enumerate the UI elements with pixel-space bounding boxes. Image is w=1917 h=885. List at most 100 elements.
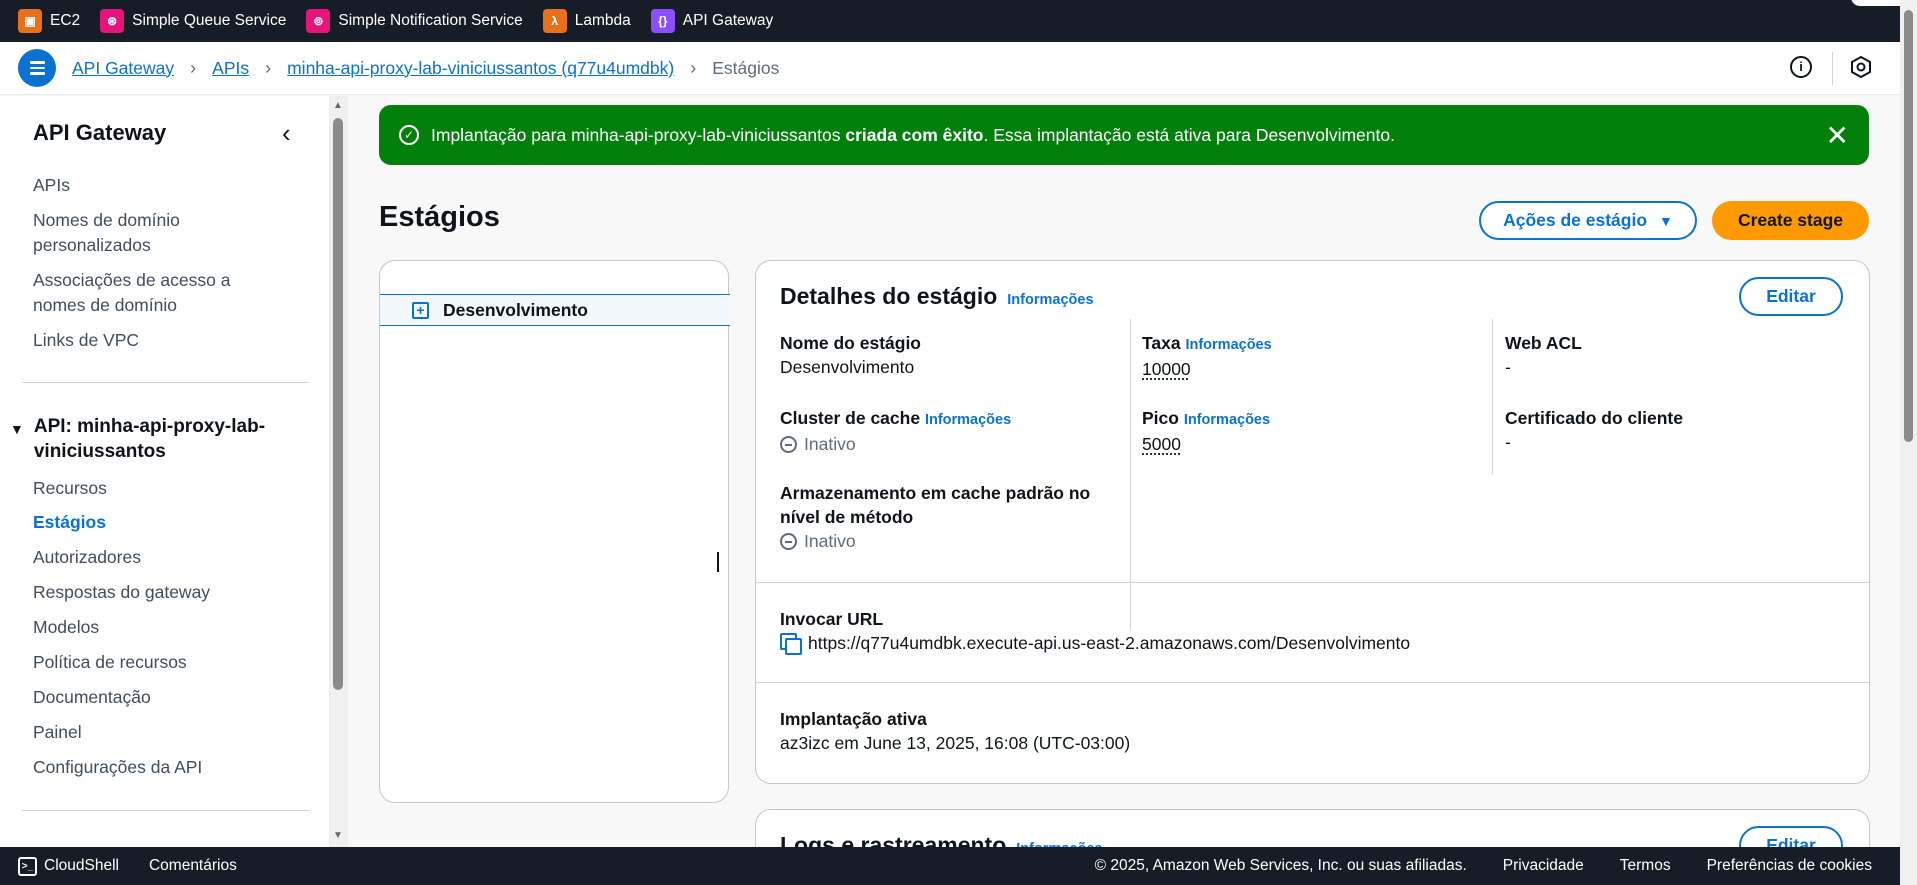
breadcrumb-apis[interactable]: APIs bbox=[212, 58, 249, 79]
copyright-text: © 2025, Amazon Web Services, Inc. ou sua… bbox=[1094, 857, 1467, 874]
breadcrumb-current: Estágios bbox=[712, 57, 780, 78]
collapse-nav-icon[interactable]: ‹ bbox=[282, 118, 291, 149]
nav-item-authorizers[interactable]: Autorizadores bbox=[33, 545, 283, 570]
method-cache-field: Armazenamento em cache padrão no nível d… bbox=[780, 483, 1091, 551]
sqs-icon: ⊛ bbox=[100, 9, 125, 33]
terminal-icon: >_ bbox=[18, 856, 37, 876]
nav-item-stages[interactable]: Estágios bbox=[33, 510, 283, 535]
divider bbox=[1832, 52, 1833, 85]
favorite-ec2[interactable]: ▣ EC2 bbox=[18, 0, 80, 42]
nav-item-domain-access[interactable]: Associações de acesso a nomes de domínio bbox=[33, 268, 283, 318]
sidebar-scrollbar-thumb[interactable] bbox=[333, 118, 343, 690]
nav-item-api-settings[interactable]: Configurações da API bbox=[33, 755, 283, 780]
check-circle-icon: ✓ bbox=[399, 125, 419, 145]
chevron-right-icon: › bbox=[265, 57, 272, 78]
favorite-label: EC2 bbox=[50, 12, 81, 29]
invoke-url-value[interactable]: https://q77u4umdbk.execute-api.us-east-2… bbox=[808, 631, 1410, 655]
side-navigation: API Gateway ‹ APIs Nomes de domínio pers… bbox=[0, 96, 330, 847]
burst-value[interactable]: 5000 bbox=[1142, 432, 1181, 456]
breadcrumb-api-name[interactable]: minha-api-proxy-lab-viniciussantos (q77u… bbox=[287, 58, 674, 79]
info-link[interactable]: Informações bbox=[925, 412, 1011, 428]
minus-circle-icon bbox=[780, 435, 797, 453]
column-divider bbox=[1130, 319, 1131, 631]
burst-field: Pico Informações 5000 bbox=[1142, 408, 1271, 456]
copy-icon[interactable] bbox=[780, 633, 802, 655]
ec2-icon: ▣ bbox=[18, 9, 42, 33]
client-certificate-field: Certificado do cliente - bbox=[1505, 408, 1683, 452]
panel-resize-handle[interactable] bbox=[717, 552, 720, 572]
stage-name-field: Nome do estágio Desenvolvimento bbox=[780, 333, 921, 377]
nav-divider bbox=[22, 810, 309, 811]
info-link[interactable]: Informações bbox=[1007, 292, 1093, 308]
tree-item-stage[interactable]: + Desenvolvimento bbox=[380, 294, 730, 326]
favorite-label: Lambda bbox=[574, 12, 631, 29]
favorite-label: Simple Notification Service bbox=[338, 12, 523, 29]
feedback-link[interactable]: Comentários bbox=[149, 857, 237, 875]
minus-circle-icon bbox=[780, 532, 797, 550]
stage-actions-button[interactable]: Ações de estágio ▼ bbox=[1479, 201, 1697, 240]
favorite-sqs[interactable]: ⊛ Simple Queue Service bbox=[100, 0, 286, 42]
chevron-right-icon: › bbox=[190, 57, 197, 78]
web-acl-field: Web ACL - bbox=[1505, 333, 1582, 377]
success-flash-banner: ✓ Implantação para minha-api-proxy-lab-v… bbox=[379, 105, 1869, 165]
stage-tree-panel: + Desenvolvimento bbox=[379, 260, 730, 803]
lambda-icon: λ bbox=[542, 9, 567, 33]
invoke-url-field: Invocar URL https://q77u4umdbk.execute-a… bbox=[780, 609, 1411, 655]
close-icon[interactable]: ✕ bbox=[1826, 119, 1849, 152]
info-link[interactable]: Informações bbox=[1185, 337, 1271, 353]
favorite-label: Simple Queue Service bbox=[132, 12, 287, 29]
stage-details-panel: Detalhes do estágio Informações Editar No… bbox=[755, 260, 1870, 784]
hamburger-menu-button[interactable] bbox=[18, 49, 56, 87]
page-scrollbar-thumb[interactable] bbox=[1904, 10, 1913, 442]
info-link[interactable]: Informações bbox=[1184, 412, 1270, 428]
nav-item-resource-policy[interactable]: Política de recursos bbox=[33, 650, 283, 675]
nav-section-api[interactable]: ▼ API: minha-api-proxy-lab-viniciussanto… bbox=[10, 414, 300, 464]
nav-item-resources[interactable]: Recursos bbox=[33, 476, 283, 501]
favorites-bar: ▣ EC2 ⊛ Simple Queue Service ⊚ Simple No… bbox=[0, 0, 1917, 42]
api-gateway-icon: {} bbox=[650, 9, 675, 33]
nav-item-gateway-responses[interactable]: Respostas do gateway bbox=[33, 580, 283, 605]
breadcrumb-api-gateway[interactable]: API Gateway bbox=[72, 58, 174, 79]
section-divider bbox=[756, 682, 1869, 683]
nav-section-label: API: minha-api-proxy-lab-viniciussantos bbox=[33, 416, 266, 462]
caret-down-icon: ▼ bbox=[10, 421, 24, 437]
scroll-down-arrow-icon[interactable]: ▼ bbox=[333, 830, 343, 841]
section-divider bbox=[756, 582, 1869, 583]
page-title: Estágios bbox=[379, 201, 500, 233]
nav-item-custom-domains[interactable]: Nomes de domínio personalizados bbox=[33, 208, 283, 258]
stage-details-heading: Detalhes do estágio Informações bbox=[780, 283, 1094, 309]
favorite-sns[interactable]: ⊚ Simple Notification Service bbox=[306, 0, 523, 42]
cloudshell-button[interactable]: >_ CloudShell bbox=[18, 856, 119, 876]
privacy-link[interactable]: Privacidade bbox=[1503, 857, 1584, 875]
favorite-label: API Gateway bbox=[682, 12, 774, 29]
column-divider bbox=[1492, 319, 1493, 474]
rate-field: Taxa Informações 10000 bbox=[1142, 333, 1272, 381]
favorite-api-gateway[interactable]: {} API Gateway bbox=[650, 0, 774, 42]
expand-icon[interactable]: + bbox=[412, 301, 429, 319]
tree-item-label: Desenvolvimento bbox=[443, 299, 588, 320]
flash-message: Implantação para minha-api-proxy-lab-vin… bbox=[431, 124, 1395, 145]
cloudshell-label: CloudShell bbox=[44, 857, 119, 874]
breadcrumb-bar: API Gateway › APIs › minha-api-proxy-lab… bbox=[0, 42, 1900, 95]
stage-actions-label: Ações de estágio bbox=[1503, 210, 1648, 230]
nav-item-dashboard[interactable]: Painel bbox=[33, 720, 283, 745]
nav-divider bbox=[22, 382, 309, 383]
rate-value[interactable]: 10000 bbox=[1142, 357, 1191, 381]
nav-item-vpc-links[interactable]: Links de VPC bbox=[33, 328, 283, 353]
terms-link[interactable]: Termos bbox=[1620, 857, 1671, 875]
console-footer: >_ CloudShell Comentários © 2025, Amazon… bbox=[0, 847, 1900, 885]
edit-stage-button[interactable]: Editar bbox=[1739, 277, 1843, 316]
active-deployment-field: Implantação ativa az3izc em June 13, 202… bbox=[780, 709, 1131, 753]
nav-item-documentation[interactable]: Documentação bbox=[33, 685, 283, 710]
cache-cluster-field: Cluster de cache Informações Inativo bbox=[780, 408, 1012, 454]
nav-item-apis[interactable]: APIs bbox=[33, 173, 283, 198]
favorite-lambda[interactable]: λ Lambda bbox=[542, 0, 631, 42]
chevron-right-icon: › bbox=[690, 57, 697, 78]
nav-item-models[interactable]: Modelos bbox=[33, 615, 283, 640]
create-stage-button[interactable]: Create stage bbox=[1712, 201, 1869, 240]
info-icon[interactable]: i bbox=[1790, 56, 1812, 78]
scroll-up-arrow-icon[interactable]: ▲ bbox=[333, 100, 343, 111]
caret-down-icon: ▼ bbox=[1659, 212, 1673, 229]
cookie-preferences-link[interactable]: Preferências de cookies bbox=[1707, 857, 1872, 875]
settings-icon[interactable] bbox=[1850, 56, 1872, 78]
